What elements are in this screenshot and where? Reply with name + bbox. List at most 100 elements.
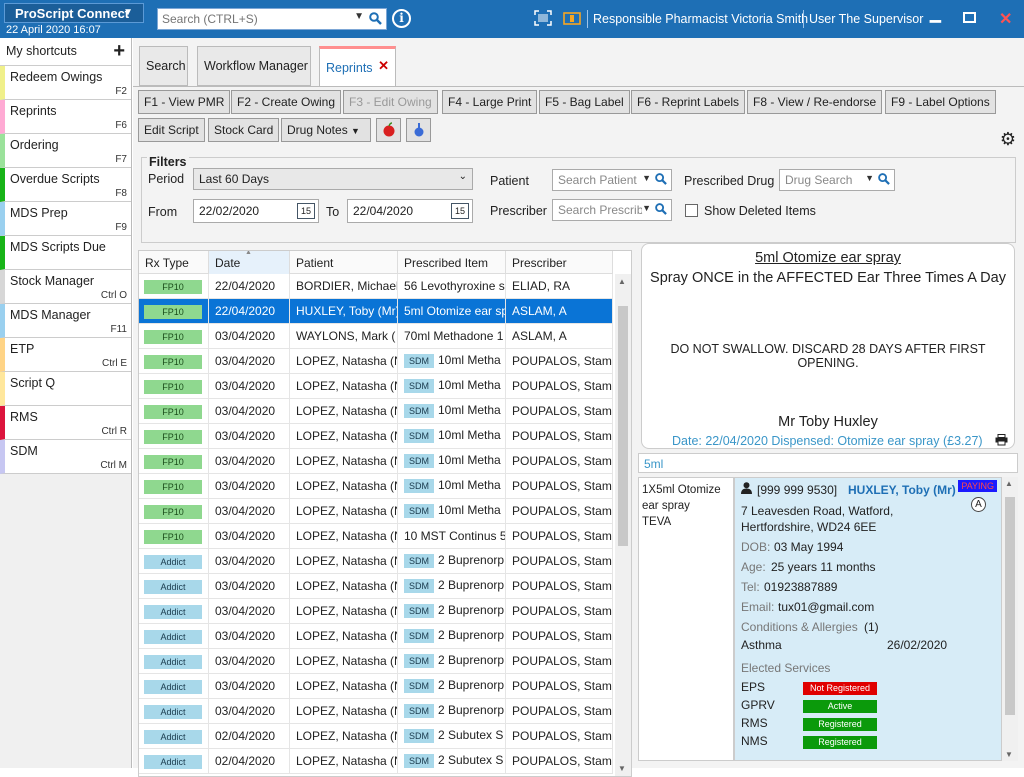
patient-search-field[interactable]: Search Patient ▼ — [552, 169, 672, 191]
shortcut-rms[interactable]: RMS Ctrl R — [0, 406, 131, 440]
table-row[interactable]: Addict 03/04/2020 LOPEZ, Natasha (N SDM 2 Bu… — [139, 674, 613, 699]
table-row[interactable]: Addict 03/04/2020 LOPEZ, Natasha (N SDM 2 Bu… — [139, 699, 613, 724]
label-options-button[interactable]: F9 - Label Options — [885, 90, 996, 114]
table-row[interactable]: FP10 03/04/2020 LOPEZ, Natasha (N SDM 10ml M… — [139, 499, 613, 524]
search-icon[interactable] — [655, 173, 667, 188]
table-row[interactable]: FP10 03/04/2020 LOPEZ, Natasha (N SDM 10ml M… — [139, 349, 613, 374]
search-dropdown-icon[interactable]: ▼ — [354, 11, 364, 22]
large-print-button[interactable]: F4 - Large Print — [442, 90, 538, 114]
shortcut-overdue-scripts[interactable]: Overdue Scripts F8 — [0, 168, 131, 202]
drug-notes-button[interactable]: Drug Notes ▼ — [281, 118, 371, 142]
to-date-field[interactable]: 22/04/2020 15 — [347, 199, 473, 223]
calendar-icon[interactable]: 15 — [297, 203, 315, 219]
row-prescriber: POUPALOS, Stama — [512, 354, 613, 368]
table-row[interactable]: Addict 03/04/2020 LOPEZ, Natasha (N SDM 2 Bu… — [139, 624, 613, 649]
table-row[interactable]: Addict 03/04/2020 LOPEZ, Natasha (N SDM 2 Bu… — [139, 649, 613, 674]
create-owing-button[interactable]: F2 - Create Owing — [231, 90, 342, 114]
tab-reprints[interactable]: Reprints ✕ — [319, 46, 396, 86]
table-row[interactable]: FP10 03/04/2020 LOPEZ, Natasha (N SDM 10ml M… — [139, 399, 613, 424]
shortcut-mds-prep[interactable]: MDS Prep F9 — [0, 202, 131, 236]
table-row[interactable]: FP10 03/04/2020 LOPEZ, Natasha (N SDM 10ml M… — [139, 449, 613, 474]
barcode-scan-icon[interactable] — [534, 10, 552, 29]
shortcut-mds-scripts-due[interactable]: MDS Scripts Due — [0, 236, 131, 270]
rx-type-badge: FP10 — [144, 305, 202, 319]
shortcut-reprints[interactable]: Reprints F6 — [0, 100, 131, 134]
table-cell: LOPEZ, Natasha (N — [290, 449, 398, 474]
column-header-patient[interactable]: Patient — [290, 251, 398, 274]
table-row[interactable]: FP10 03/04/2020 LOPEZ, Natasha (N 10 MST Co… — [139, 524, 613, 549]
table-row[interactable]: FP10 03/04/2020 LOPEZ, Natasha (N SDM 10ml M… — [139, 474, 613, 499]
view-reendorse-button[interactable]: F8 - View / Re-endorse — [747, 90, 883, 114]
close-tab-icon[interactable]: ✕ — [378, 58, 389, 74]
pharmacist-badge-icon[interactable] — [563, 10, 581, 29]
table-row[interactable]: Addict 03/04/2020 LOPEZ, Natasha (N SDM 2 Bu… — [139, 549, 613, 574]
scroll-down-icon[interactable]: ▼ — [618, 764, 626, 773]
column-header-date[interactable]: Date ▲ — [209, 251, 290, 274]
shortcut-etp[interactable]: ETP Ctrl E — [0, 338, 131, 372]
row-item: 10ml Metha — [438, 453, 501, 467]
printer-icon[interactable] — [995, 434, 1008, 449]
table-row[interactable]: FP10 03/04/2020 LOPEZ, Natasha (N SDM 10ml M… — [139, 374, 613, 399]
search-icon[interactable] — [369, 12, 382, 28]
table-row[interactable]: FP10 03/04/2020 WAYLONS, Mark (70ml Methad… — [139, 324, 613, 349]
table-row[interactable]: Addict 02/04/2020 LOPEZ, Natasha (N SDM 2 Su… — [139, 724, 613, 749]
table-row[interactable]: FP10 03/04/2020 LOPEZ, Natasha (N SDM 10ml M… — [139, 424, 613, 449]
calendar-icon[interactable]: 15 — [451, 203, 469, 219]
search-icon[interactable] — [878, 173, 890, 188]
edit-owing-button[interactable]: F3 - Edit Owing — [343, 90, 438, 114]
period-select[interactable]: Last 60 Days ⌄ — [193, 168, 473, 190]
tab-workflow-manager[interactable]: Workflow Manager — [197, 46, 311, 86]
column-header-rx-type[interactable]: Rx Type — [139, 251, 209, 274]
shortcut-ordering[interactable]: Ordering F7 — [0, 134, 131, 168]
shortcut-stock-manager[interactable]: Stock Manager Ctrl O — [0, 270, 131, 304]
add-shortcut-icon[interactable]: + — [113, 40, 125, 63]
sdm-badge: SDM — [404, 754, 434, 768]
table-row[interactable]: FP10 22/04/2020 HUXLEY, Toby (Mr) 5ml Otomi… — [139, 299, 613, 324]
global-search[interactable]: ▼ — [157, 8, 387, 30]
medicine-bottle-icon[interactable] — [406, 118, 431, 142]
scroll-up-icon[interactable]: ▲ — [618, 277, 626, 286]
drug-search-field[interactable]: Drug Search ▼ — [779, 169, 895, 191]
maximize-icon[interactable] — [963, 10, 976, 26]
search-icon[interactable] — [655, 203, 667, 218]
from-date-field[interactable]: 22/02/2020 15 — [193, 199, 319, 223]
app-menu-button[interactable]: ProScript Connect ▼ — [4, 3, 144, 23]
prescriber-search-field[interactable]: Search Prescrib ▼ — [552, 199, 672, 221]
scroll-down-icon[interactable]: ▼ — [1005, 750, 1013, 759]
apple-icon[interactable] — [376, 118, 401, 142]
edit-script-button[interactable]: Edit Script — [138, 118, 205, 142]
shortcut-script-q[interactable]: Script Q — [0, 372, 131, 406]
table-row[interactable]: Addict 02/04/2020 LOPEZ, Natasha (N SDM 2 Su… — [139, 749, 613, 774]
close-icon[interactable]: ✕ — [999, 9, 1012, 29]
chevron-down-icon[interactable]: ▼ — [642, 203, 651, 213]
tab-search[interactable]: Search — [139, 46, 188, 86]
column-header-prescribed-item[interactable]: Prescribed Item — [398, 251, 506, 274]
shortcut-sdm[interactable]: SDM Ctrl M — [0, 440, 131, 474]
info-icon[interactable]: i — [392, 9, 411, 28]
stock-card-button[interactable]: Stock Card — [208, 118, 280, 142]
scroll-up-icon[interactable]: ▲ — [1005, 479, 1013, 488]
table-row[interactable]: Addict 03/04/2020 LOPEZ, Natasha (N SDM 2 Bu… — [139, 599, 613, 624]
scrollbar-thumb[interactable] — [618, 306, 628, 546]
column-header-prescriber[interactable]: Prescriber — [506, 251, 613, 274]
bag-label-button[interactable]: F5 - Bag Label — [539, 90, 630, 114]
conditions-label[interactable]: Conditions & Allergies — [741, 620, 858, 634]
table-row[interactable]: Addict 03/04/2020 LOPEZ, Natasha (N SDM 2 Bu… — [139, 574, 613, 599]
shortcut-mds-manager[interactable]: MDS Manager F11 — [0, 304, 131, 338]
view-pmr-button[interactable]: F1 - View PMR — [138, 90, 231, 114]
show-deleted-checkbox[interactable] — [685, 204, 698, 217]
patient-card-scrollbar[interactable]: ▲ ▼ — [1002, 477, 1018, 761]
chevron-down-icon[interactable]: ▼ — [865, 173, 874, 183]
responsible-pharmacist[interactable]: Responsible Pharmacist Victoria Smith — [593, 12, 808, 26]
patient-name-link[interactable]: HUXLEY, Toby (Mr) — [848, 483, 956, 497]
current-user[interactable]: User The Supervisor — [809, 12, 923, 26]
reprint-labels-button[interactable]: F6 - Reprint Labels — [631, 90, 746, 114]
table-scrollbar[interactable]: ▲ ▼ — [615, 274, 631, 776]
minimize-icon[interactable]: ▁ — [930, 6, 941, 23]
table-row[interactable]: FP10 22/04/2020 BORDIER, Michael 56 Levothy… — [139, 274, 613, 299]
scrollbar-thumb[interactable] — [1005, 497, 1015, 715]
shortcut-redeem-owings[interactable]: Redeem Owings F2 — [0, 66, 131, 100]
global-search-input[interactable] — [158, 9, 348, 29]
settings-gear-icon[interactable]: ⚙ — [1000, 129, 1016, 150]
chevron-down-icon[interactable]: ▼ — [642, 173, 651, 183]
